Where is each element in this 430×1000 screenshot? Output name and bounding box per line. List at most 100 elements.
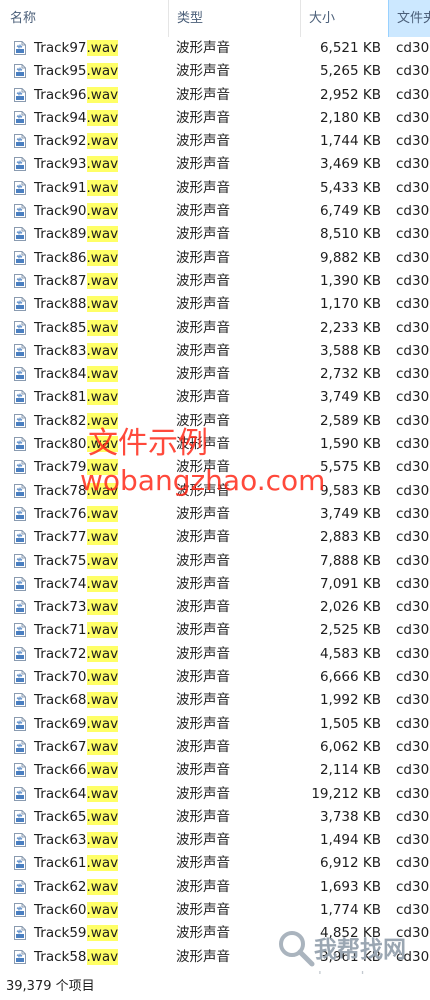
file-type: 波形声音 [176, 878, 230, 895]
corner-brand: 我帮找网 [314, 937, 406, 963]
file-extension: .wav [86, 808, 119, 825]
file-row[interactable]: Track83.wav 波形声音 3,588 KB cd30 [0, 340, 430, 363]
column-header-name[interactable]: 名称 [0, 0, 168, 37]
file-folder: cd30 [396, 412, 430, 429]
wav-file-icon [14, 134, 26, 149]
file-base-name: Track68 [34, 692, 87, 709]
file-extension: .wav [86, 901, 119, 918]
file-row[interactable]: Track84.wav 波形声音 2,732 KB cd30 [0, 363, 430, 386]
file-base-name: Track77 [34, 529, 87, 546]
file-row[interactable]: Track61.wav 波形声音 6,912 KB cd30 [0, 852, 430, 875]
file-type: 波形声音 [176, 505, 230, 522]
file-base-name: Track62 [34, 878, 87, 895]
file-size: 3,588 KB [319, 342, 381, 359]
file-name: Track89.wav [34, 223, 119, 246]
file-size: 5,433 KB [319, 179, 381, 196]
column-header-bar: 名称 类型 大小 文件夹 [0, 0, 430, 37]
wav-file-icon [14, 157, 26, 172]
file-size: 5,265 KB [319, 63, 381, 80]
file-size: 2,732 KB [319, 366, 381, 383]
file-name: Track86.wav [34, 247, 119, 270]
file-row[interactable]: Track77.wav 波形声音 2,883 KB cd30 [0, 526, 430, 549]
file-size: 2,026 KB [319, 599, 381, 616]
file-row[interactable]: Track66.wav 波形声音 2,114 KB cd30 [0, 759, 430, 782]
file-row[interactable]: Track86.wav 波形声音 9,882 KB cd30 [0, 247, 430, 270]
wav-file-icon [14, 833, 26, 848]
wav-file-icon [14, 600, 26, 615]
file-row[interactable]: Track70.wav 波形声音 6,666 KB cd30 [0, 666, 430, 689]
file-base-name: Track74 [34, 575, 87, 592]
file-base-name: Track81 [34, 389, 87, 406]
file-row[interactable]: Track85.wav 波形声音 2,233 KB cd30 [0, 317, 430, 340]
file-base-name: Track76 [34, 505, 87, 522]
file-type: 波形声音 [176, 319, 230, 336]
file-folder: cd30 [396, 156, 430, 173]
file-row[interactable]: Track80.wav 波形声音 1,590 KB cd30 [0, 433, 430, 456]
file-name: Track71.wav [34, 619, 119, 642]
file-row[interactable]: Track74.wav 波形声音 7,091 KB cd30 [0, 573, 430, 596]
file-type: 波形声音 [176, 109, 230, 126]
file-size: 6,749 KB [319, 203, 381, 220]
file-row[interactable]: Track95.wav 波形声音 5,265 KB cd30 [0, 60, 430, 83]
file-row[interactable]: Track65.wav 波形声音 3,738 KB cd30 [0, 806, 430, 829]
file-row[interactable]: Track75.wav 波形声音 7,888 KB cd30 [0, 550, 430, 573]
file-row[interactable]: Track92.wav 波形声音 1,744 KB cd30 [0, 130, 430, 153]
column-header-size[interactable]: 大小 [300, 0, 388, 37]
file-base-name: Track94 [34, 109, 87, 126]
file-type: 波形声音 [176, 762, 230, 779]
file-row[interactable]: Track63.wav 波形声音 1,494 KB cd30 [0, 829, 430, 852]
file-type: 波形声音 [176, 203, 230, 220]
file-row[interactable]: Track62.wav 波形声音 1,693 KB cd30 [0, 876, 430, 899]
file-name: Track58.wav [34, 946, 119, 969]
file-row[interactable]: Track76.wav 波形声音 3,749 KB cd30 [0, 503, 430, 526]
file-extension: .wav [86, 296, 119, 313]
column-header-type[interactable]: 类型 [168, 0, 300, 37]
wav-file-icon [14, 902, 26, 917]
file-folder: cd30 [396, 622, 430, 639]
file-row[interactable]: Track88.wav 波形声音 1,170 KB cd30 [0, 293, 430, 316]
file-row[interactable]: Track94.wav 波形声音 2,180 KB cd30 [0, 107, 430, 130]
file-folder: cd30 [396, 133, 430, 150]
file-extension: .wav [86, 389, 119, 406]
file-folder: cd30 [396, 226, 430, 243]
file-folder: cd30 [396, 738, 430, 755]
wav-file-icon [14, 739, 26, 754]
file-folder: cd30 [396, 482, 430, 499]
file-row[interactable]: Track81.wav 波形声音 3,749 KB cd30 [0, 386, 430, 409]
file-row[interactable]: Track68.wav 波形声音 1,992 KB cd30 [0, 689, 430, 712]
file-extension: .wav [86, 249, 119, 266]
file-folder: cd30 [396, 63, 430, 80]
file-row[interactable]: Track72.wav 波形声音 4,583 KB cd30 [0, 643, 430, 666]
file-row[interactable]: Track90.wav 波形声音 6,749 KB cd30 [0, 200, 430, 223]
wav-file-icon [14, 809, 26, 824]
file-folder: cd30 [396, 40, 430, 56]
file-type: 波形声音 [176, 738, 230, 755]
file-size: 1,774 KB [319, 901, 381, 918]
file-row[interactable]: Track93.wav 波形声音 3,469 KB cd30 [0, 153, 430, 176]
file-type: 波形声音 [176, 599, 230, 616]
file-extension: .wav [86, 762, 119, 779]
file-folder: cd30 [396, 808, 430, 825]
file-size: 7,888 KB [319, 552, 381, 569]
file-base-name: Track89 [34, 226, 87, 243]
file-row[interactable]: Track73.wav 波形声音 2,026 KB cd30 [0, 596, 430, 619]
file-row[interactable]: Track71.wav 波形声音 2,525 KB cd30 [0, 619, 430, 642]
wav-file-icon [14, 297, 26, 312]
file-row[interactable]: Track64.wav 波形声音 19,212 KB cd30 [0, 783, 430, 806]
file-row[interactable]: Track67.wav 波形声音 6,062 KB cd30 [0, 736, 430, 759]
file-row[interactable]: Track96.wav 波形声音 2,952 KB cd30 [0, 84, 430, 107]
file-size: 6,912 KB [319, 855, 381, 872]
file-row[interactable]: Track89.wav 波形声音 8,510 KB cd30 [0, 223, 430, 246]
file-size: 1,744 KB [319, 133, 381, 150]
file-row[interactable]: Track91.wav 波形声音 5,433 KB cd30 [0, 177, 430, 200]
file-type: 波形声音 [176, 925, 230, 942]
file-row[interactable]: Track69.wav 波形声音 1,505 KB cd30 [0, 713, 430, 736]
file-row[interactable]: Track87.wav 波形声音 1,390 KB cd30 [0, 270, 430, 293]
file-row[interactable]: Track60.wav 波形声音 1,774 KB cd30 [0, 899, 430, 922]
file-row[interactable]: Track82.wav 波形声音 2,589 KB cd30 [0, 410, 430, 433]
file-row[interactable]: Track97.wav 波形声音 6,521 KB cd30 [0, 37, 430, 60]
file-base-name: Track64 [34, 785, 87, 802]
file-type: 波形声音 [176, 692, 230, 709]
column-header-folder[interactable]: 文件夹 [388, 0, 430, 37]
file-base-name: Track69 [34, 715, 87, 732]
